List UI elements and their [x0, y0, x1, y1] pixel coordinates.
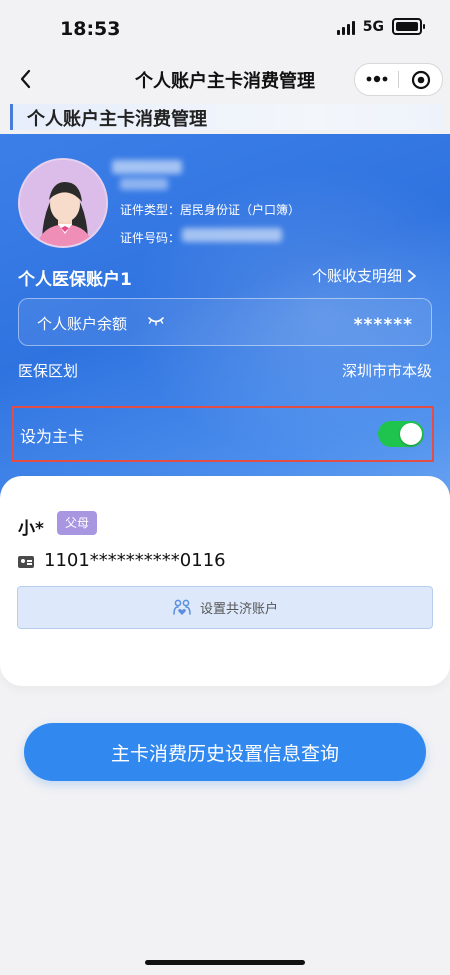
chevron-right-icon	[408, 269, 416, 282]
eye-closed-icon[interactable]	[147, 315, 165, 327]
toggle-knob	[400, 423, 422, 445]
member-card: 小* 父母 1101**********0116 设置共济账户	[0, 476, 450, 686]
status-time: 18:53	[60, 18, 121, 40]
member-id-number: 1101**********0116	[44, 550, 226, 571]
masked-id-number	[182, 228, 282, 242]
relation-badge: 父母	[57, 511, 97, 535]
female-avatar-icon	[20, 160, 106, 246]
balance-label: 个人账户余额	[37, 315, 128, 333]
member-name: 小*	[18, 519, 44, 539]
mini-program-capsule	[354, 63, 443, 96]
section-header: 个人账户主卡消费管理	[10, 104, 443, 130]
set-main-card-label: 设为主卡	[20, 427, 85, 446]
signal-icon	[336, 19, 355, 35]
set-main-card-row: 设为主卡	[12, 406, 434, 462]
id-type-label: 证件类型：居民身份证（户口簿）	[120, 203, 301, 217]
set-shared-account-button[interactable]: 设置共济账户	[17, 586, 433, 629]
balance-value: ******	[353, 315, 413, 335]
masked-name	[112, 160, 182, 174]
account-name: 个人医保账户1	[18, 270, 132, 290]
history-query-label: 主卡消费历史设置信息查询	[110, 743, 339, 765]
more-icon[interactable]	[366, 73, 388, 85]
masked-name-2	[120, 178, 168, 190]
nav-bar: 个人账户主卡消费管理	[0, 56, 450, 102]
avatar	[18, 158, 108, 248]
transaction-detail-link[interactable]: 个账收支明细	[312, 265, 418, 286]
network-type: 5G	[362, 18, 384, 35]
home-indicator	[145, 960, 305, 965]
close-target-icon[interactable]	[410, 69, 432, 91]
history-query-button[interactable]: 主卡消费历史设置信息查询	[24, 723, 426, 781]
transaction-detail-label: 个账收支明细	[312, 267, 403, 285]
region-label: 医保区划	[18, 362, 79, 380]
main-card-toggle[interactable]	[378, 421, 424, 447]
id-card-icon	[18, 556, 34, 568]
region-value: 深圳市市本级	[341, 362, 432, 380]
set-shared-account-label: 设置共济账户	[199, 602, 278, 617]
status-indicators: 5G	[336, 18, 425, 35]
balance-box: 个人账户余额 ******	[18, 298, 432, 346]
battery-icon	[392, 18, 425, 35]
family-share-icon	[173, 599, 191, 615]
section-title: 个人账户主卡消费管理	[27, 109, 207, 130]
id-number-label: 证件号码：	[120, 231, 181, 245]
